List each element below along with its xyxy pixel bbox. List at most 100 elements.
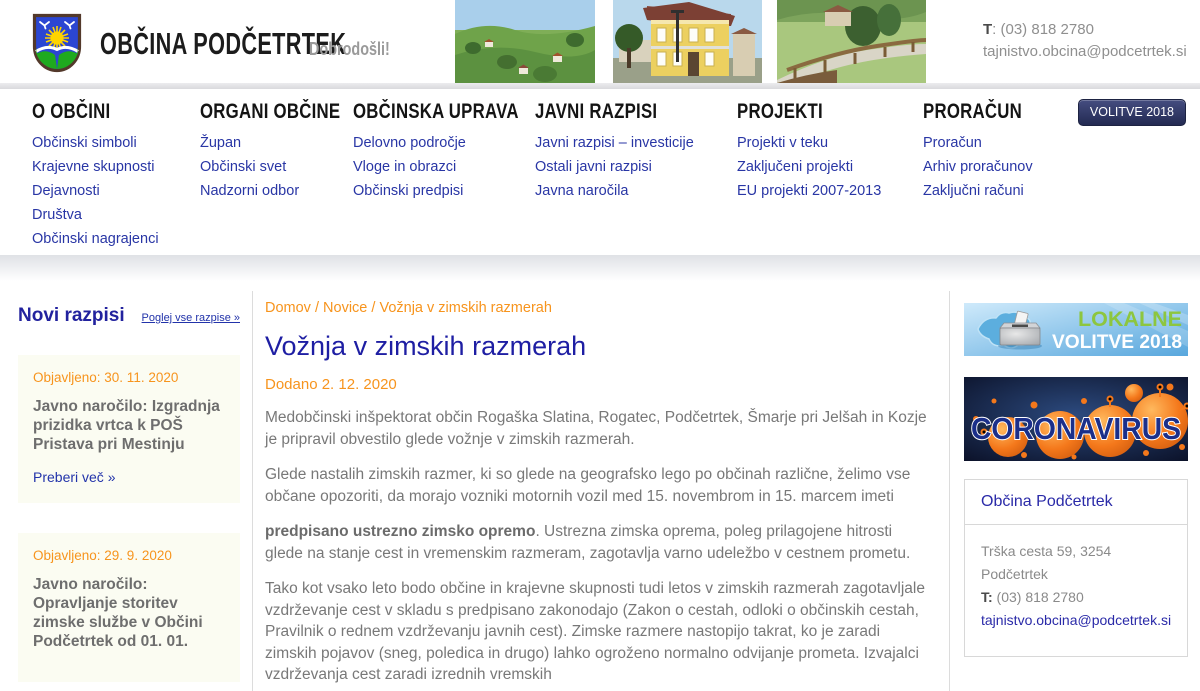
breadcrumb-link[interactable]: Novice [323, 300, 367, 316]
nav-link-item: Arhiv proračunov [923, 158, 1073, 182]
lokalne-volitve-2018-banner[interactable]: LOKALNE VOLITVE 2018 [964, 303, 1188, 356]
nav-link[interactable]: Župan [200, 135, 241, 151]
nav-link[interactable]: Dejavnosti [32, 183, 100, 199]
nav-link[interactable]: Ostali javni razpisi [535, 159, 652, 175]
nav-link-item: Zaključni računi [923, 182, 1073, 206]
news-published-date: Objavljeno: 30. 11. 2020 [33, 370, 179, 385]
svg-text:VOLITVE 2018: VOLITVE 2018 [1052, 332, 1182, 353]
nav-link-list: Delovno področje Vloge in obrazci Občins… [353, 134, 535, 206]
nav-link-list: Občinski simboli Krajevne skupnosti Deja… [32, 134, 200, 254]
nav-link-item: Krajevne skupnosti [32, 158, 200, 182]
nav-link[interactable]: Arhiv proračunov [923, 159, 1033, 175]
article-paragraph: predpisano ustrezno zimsko opremo. Ustre… [265, 523, 911, 562]
nav-link[interactable]: Projekti v teku [737, 135, 828, 151]
nav-link-item: Občinski predpisi [353, 182, 535, 206]
nav-link-item: Občinski simboli [32, 134, 200, 158]
nav-link-list: Župan Občinski svet Nadzorni odbor [200, 134, 353, 206]
content-area: Novi razpisi Poglej vse razpise » Objavl… [0, 281, 1200, 691]
coronavirus-banner[interactable]: CORONAVIRUS [964, 377, 1188, 461]
nav-link-item: Delovno področje [353, 134, 535, 158]
breadcrumb-link[interactable]: Vožnja v zimskih razmerah [379, 300, 551, 316]
contact-box: Občina Podčetrtek Trška cesta 59, 3254 P… [964, 479, 1188, 657]
municipality-coat-of-arms-icon [32, 13, 82, 73]
countryside-hills-photo [455, 0, 595, 83]
nav-link-item: Javni razpisi – investicije [535, 134, 737, 158]
nav-link-item: Proračun [923, 134, 1073, 158]
nav-link[interactable]: Občinski svet [200, 159, 286, 175]
news-published-date: Objavljeno: 29. 9. 2020 [33, 548, 172, 563]
right-divider-line [949, 291, 950, 691]
contact-box-body: Trška cesta 59, 3254 Podčetrtek T: (03) … [965, 525, 1187, 656]
nav-link[interactable]: EU projekti 2007-2013 [737, 183, 881, 199]
breadcrumb-link[interactable]: Domov [265, 300, 311, 316]
nav-link-item: Društva [32, 206, 200, 230]
volitve-2018-button[interactable]: VOLITVE 2018 [1077, 99, 1186, 126]
article-paragraph: Medobčinski inšpektorat občin Rogaška Sl… [265, 409, 927, 448]
nav-link[interactable]: Delovno področje [353, 135, 466, 151]
nav-link[interactable]: Občinski nagrajenci [32, 231, 159, 247]
nav-column-heading: O OBČINI [32, 100, 111, 123]
article-paragraph: Tako kot vsako leto bodo občine in kraje… [265, 580, 925, 683]
article-date: Dodano 2. 12. 2020 [265, 376, 397, 393]
nav-link[interactable]: Društva [32, 207, 82, 223]
svg-text:CORONAVIRUS: CORONAVIRUS [971, 411, 1181, 446]
nav-link-list: Proračun Arhiv proračunov Zaključni raču… [923, 134, 1073, 206]
nav-column-heading: ORGANI OBČINE [200, 100, 341, 123]
nav-link[interactable]: Proračun [923, 135, 982, 151]
welcome-text: Dobrodošli! [309, 39, 390, 59]
nav-link-item: Ostali javni razpisi [535, 158, 737, 182]
nav-link-item: EU projekti 2007-2013 [737, 182, 923, 206]
nav-link[interactable]: Občinski simboli [32, 135, 137, 151]
nav-shadow-divider [0, 255, 1200, 281]
nav-link-item: Zaključeni projekti [737, 158, 923, 182]
article: Domov / Novice / Vožnja v zimskih razmer… [265, 281, 933, 686]
nav-column-heading: OBČINSKA UPRAVA [353, 100, 519, 123]
article-bold-text: predpisano ustrezno zimsko opremo [265, 523, 536, 540]
svg-text:LOKALNE: LOKALNE [1078, 308, 1182, 331]
news-sidebar-header: Novi razpisi Poglej vse razpise » [18, 281, 240, 327]
nav-column: PROJEKTI Projekti v teku Zaključeni proj… [737, 100, 923, 254]
header-contact: T: (03) 818 2780 tajnistvo.obcina@podcet… [983, 19, 1187, 63]
news-card: Objavljeno: 29. 9. 2020 Javno naročilo: … [18, 533, 240, 682]
nav-link[interactable]: Občinski predpisi [353, 183, 463, 199]
nav-link[interactable]: Nadzorni odbor [200, 183, 299, 199]
footpath-photo [777, 0, 926, 83]
read-more-link[interactable]: Preberi več » [33, 469, 115, 485]
contact-email-link[interactable]: tajnistvo.obcina@podcetrtek.si [981, 612, 1171, 628]
nav-link-item: Nadzorni odbor [200, 182, 353, 206]
view-all-news-link[interactable]: Poglej vse razpise » [142, 312, 240, 324]
nav-link-list: Projekti v teku Zaključeni projekti EU p… [737, 134, 923, 206]
news-sidebar-title: Novi razpisi [18, 305, 125, 326]
nav-link-item: Dejavnosti [32, 182, 200, 206]
header-phone: T: (03) 818 2780 [983, 21, 1094, 38]
article-paragraph: Glede nastalih zimskih razmer, ki so gle… [265, 466, 911, 505]
nav-column-heading: PRORAČUN [923, 100, 1022, 123]
breadcrumb: Domov / Novice / Vožnja v zimskih razmer… [265, 300, 933, 316]
news-title: Javno naročilo: Izgradnja prizidka vrtca… [33, 398, 220, 453]
nav-link[interactable]: Javni razpisi – investicije [535, 135, 694, 151]
header-email-link[interactable]: tajnistvo.obcina@podcetrtek.si [983, 43, 1187, 60]
nav-link[interactable]: Krajevne skupnosti [32, 159, 155, 175]
main-navigation: O OBČINI Občinski simboli Krajevne skupn… [0, 89, 1200, 255]
nav-link-item: Župan [200, 134, 353, 158]
nav-link-item: Občinski svet [200, 158, 353, 182]
nav-link[interactable]: Zaključni računi [923, 183, 1024, 199]
nav-link[interactable]: Javna naročila [535, 183, 629, 199]
nav-link[interactable]: Zaključeni projekti [737, 159, 853, 175]
news-card: Objavljeno: 30. 11. 2020 Javno naročilo:… [18, 355, 240, 503]
municipal-building-photo [613, 0, 762, 83]
nav-link-item: Javna naročila [535, 182, 737, 206]
breadcrumb-separator: / [367, 300, 380, 316]
nav-column: OBČINSKA UPRAVA Delovno področje Vloge i… [353, 100, 535, 254]
right-sidebar: LOKALNE VOLITVE 2018 CORONAVIRUS Občina … [964, 281, 1188, 657]
nav-link-item: Občinski nagrajenci [32, 230, 200, 254]
nav-columns: O OBČINI Občinski simboli Krajevne skupn… [0, 89, 1200, 254]
nav-link[interactable]: Vloge in obrazci [353, 159, 456, 175]
news-list: Objavljeno: 30. 11. 2020 Javno naročilo:… [18, 355, 240, 682]
nav-column-heading: PROJEKTI [737, 100, 823, 123]
header: OBČINA PODČETRTEK Dobrodošli! T: (03) 81… [0, 0, 1200, 83]
nav-column-heading: JAVNI RAZPISI [535, 100, 658, 123]
breadcrumb-separator: / [310, 300, 324, 316]
nav-link-item: Vloge in obrazci [353, 158, 535, 182]
page-title: Vožnja v zimskih razmerah [265, 331, 587, 361]
